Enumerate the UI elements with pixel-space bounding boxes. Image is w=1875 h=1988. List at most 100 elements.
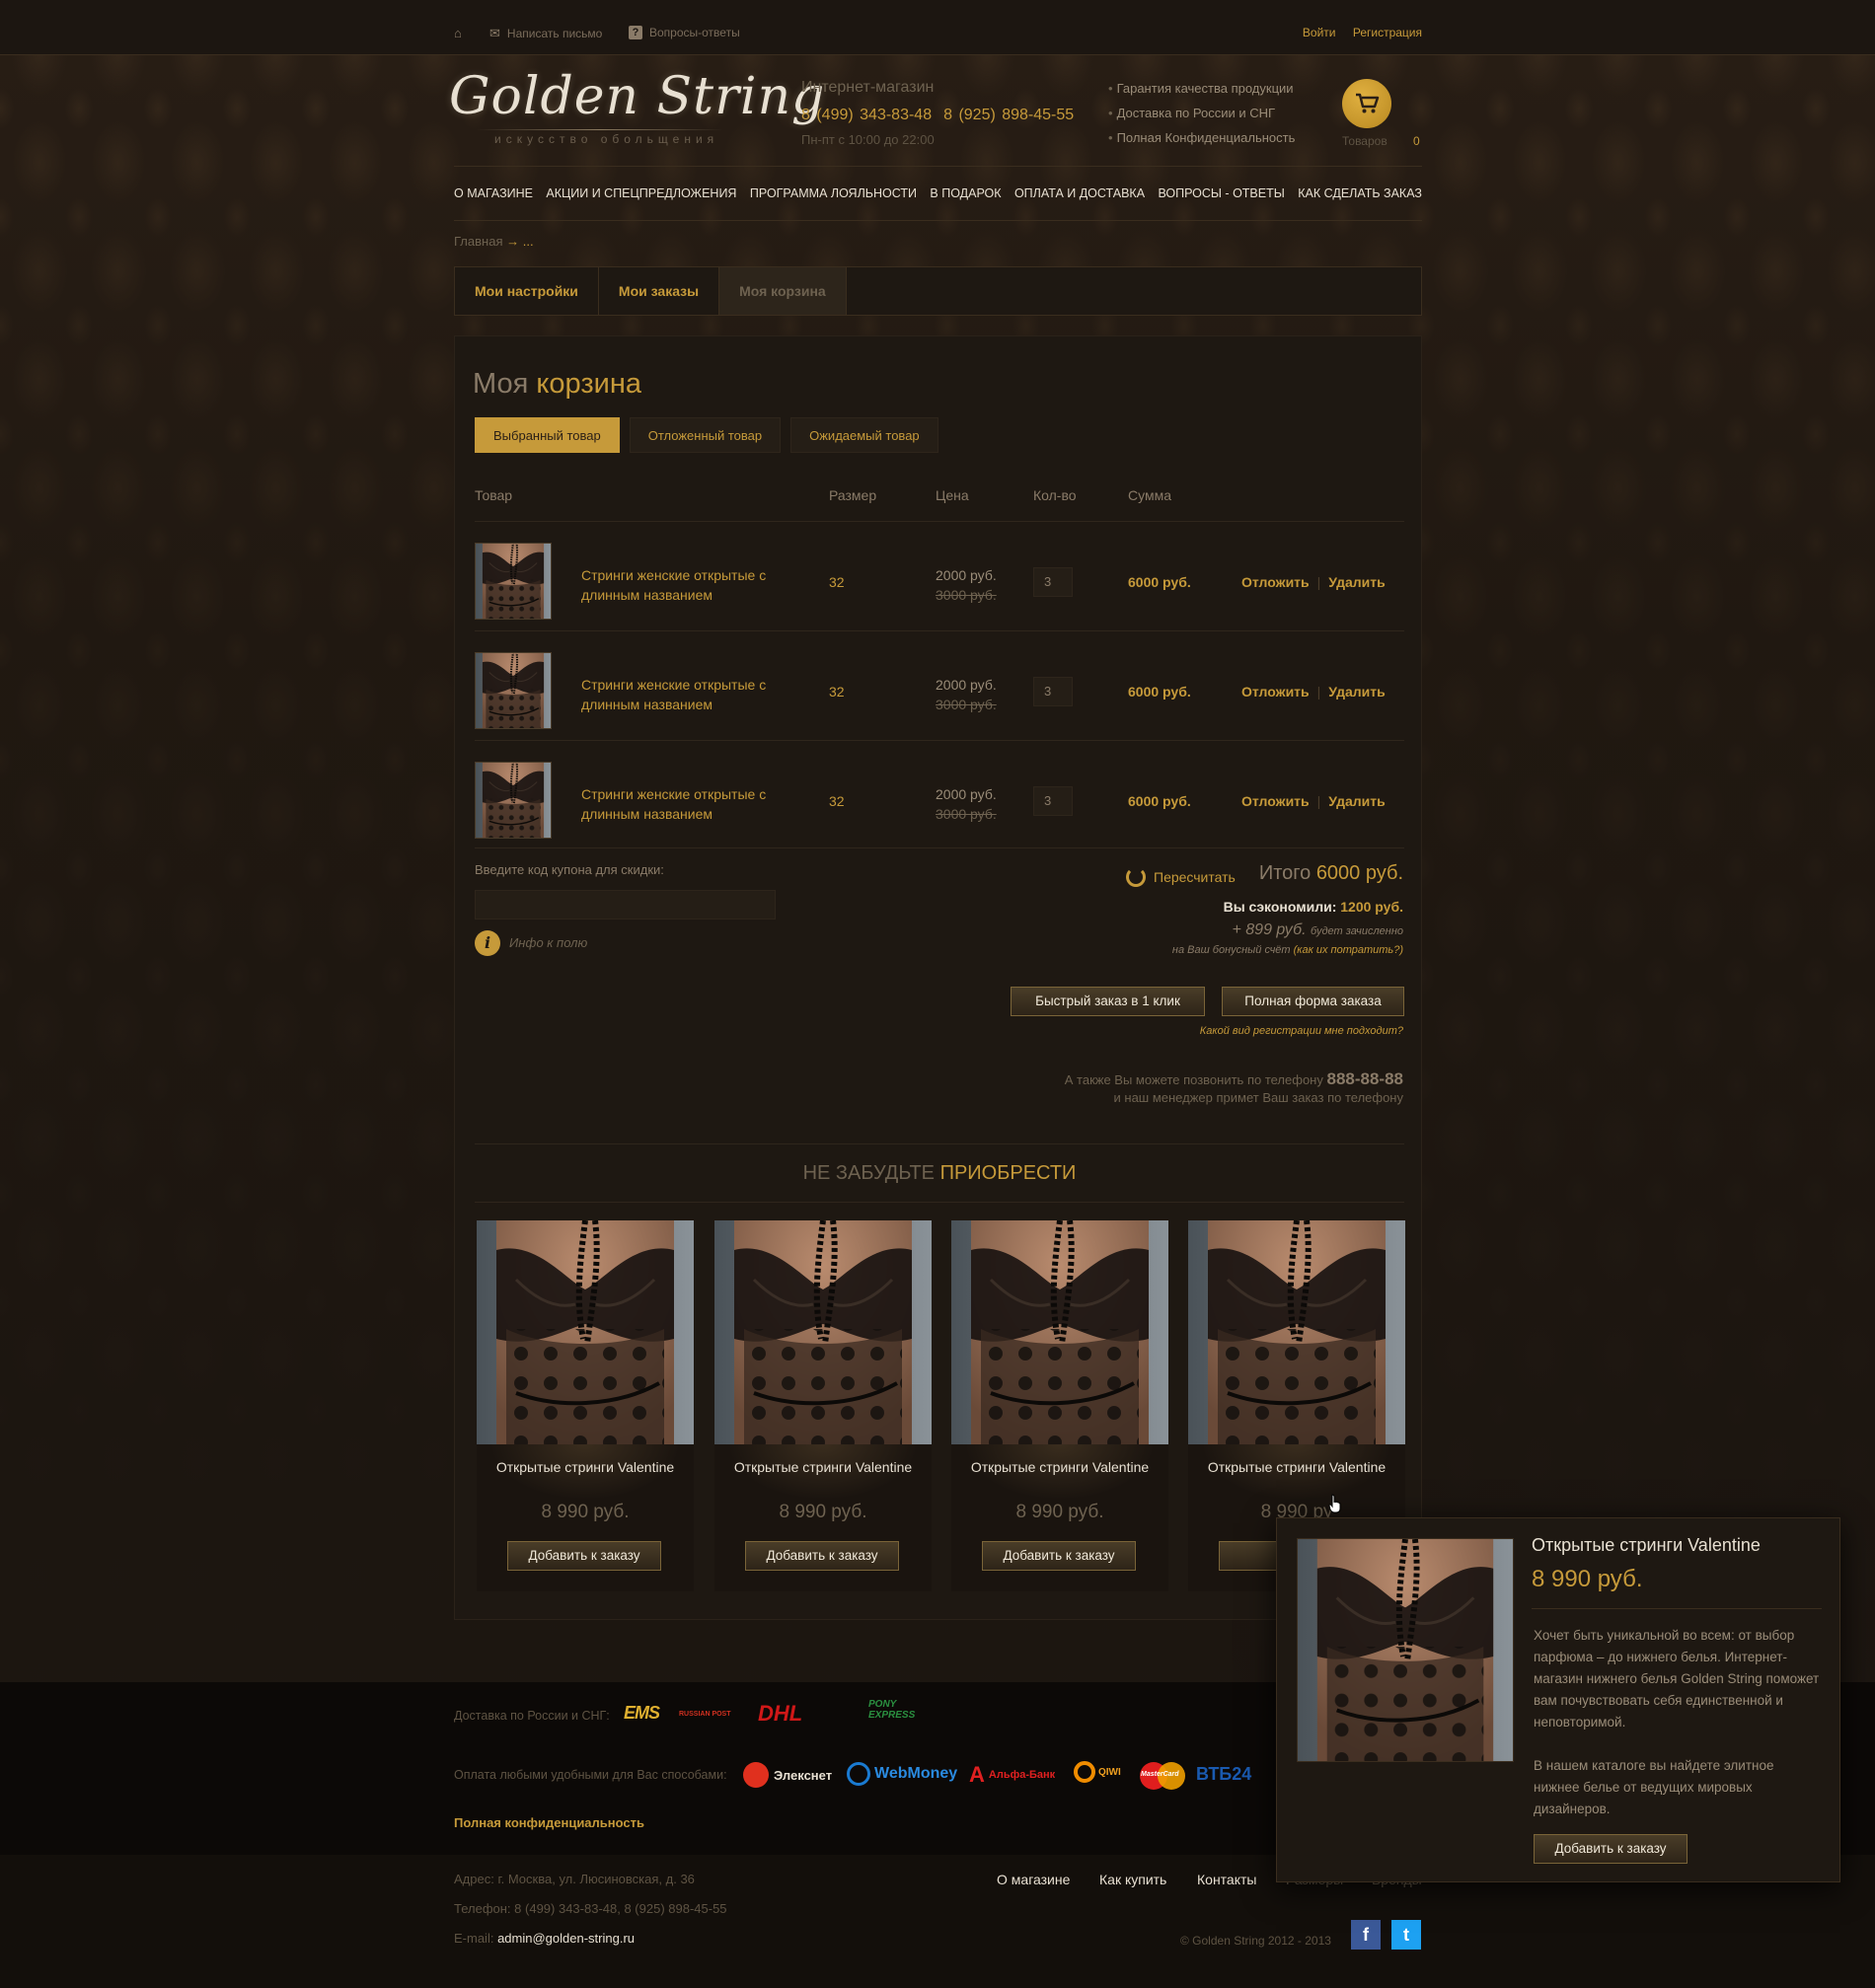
register-link[interactable]: Регистрация — [1353, 26, 1422, 39]
product-card-image[interactable] — [1188, 1220, 1405, 1444]
delete-button[interactable]: Удалить — [1328, 793, 1385, 809]
row-sum: 6000 руб. — [1128, 793, 1191, 809]
subtab-selected[interactable]: Выбранный товар — [475, 417, 620, 453]
product-price: 2000 руб. 3000 руб. — [936, 677, 997, 712]
question-icon: ? — [629, 26, 642, 39]
postpone-button[interactable]: Отложить — [1241, 574, 1310, 590]
product-image — [477, 1220, 694, 1444]
nav-item-faq[interactable]: Вопросы - ответы — [1158, 186, 1284, 200]
nav-item-loyalty[interactable]: Программа лояльности — [750, 186, 917, 200]
header-perks: Гарантия качества продукции Доставка по … — [1108, 81, 1296, 155]
product-price: 2000 руб. 3000 руб. — [936, 786, 997, 822]
product-image — [714, 1220, 932, 1444]
twitter-icon[interactable]: t — [1391, 1920, 1421, 1950]
bonus-help-link[interactable]: (как их потратить?) — [1294, 944, 1403, 956]
product-card-title[interactable]: Открытые стринги Valentine — [714, 1457, 932, 1477]
cart-count: 0 — [1413, 134, 1420, 148]
product-image — [476, 544, 551, 619]
recommend-title: Не забудьте приобрести — [475, 1143, 1404, 1203]
product-card-title[interactable]: Открытые стринги Valentine — [477, 1457, 694, 1477]
product-name[interactable]: Стринги женские открытые с длинным назва… — [581, 675, 769, 714]
product-card-image[interactable] — [951, 1220, 1168, 1444]
product-thumbnail[interactable] — [475, 543, 552, 620]
product-size: 32 — [829, 574, 845, 590]
logo[interactable]: Golden String искусство обольщения — [447, 67, 824, 151]
product-thumbnail[interactable] — [475, 762, 552, 839]
add-to-order-button[interactable]: Добавить к заказу — [745, 1541, 899, 1571]
add-to-order-button[interactable]: Добавить к заказу — [982, 1541, 1136, 1571]
popup-add-to-order-button[interactable]: Добавить к заказу — [1534, 1834, 1688, 1864]
product-name[interactable]: Стринги женские открытые с длинным назва… — [581, 565, 769, 605]
postpone-button[interactable]: Отложить — [1241, 684, 1310, 699]
nav-item-gift[interactable]: В подарок — [930, 186, 1001, 200]
account-tabs: Мои настройки Мои заказы Моя корзина — [454, 266, 1422, 316]
product-card: Открытые стринги Valentine 8 990 руб. До… — [714, 1220, 932, 1592]
tab-orders[interactable]: Мои заказы — [599, 267, 720, 315]
delete-button[interactable]: Удалить — [1328, 574, 1385, 590]
logo-line — [477, 129, 723, 130]
product-price: 2000 руб. 3000 руб. — [936, 567, 997, 603]
perk-item: Гарантия качества продукции — [1108, 81, 1295, 96]
footer-nav-about[interactable]: О магазине — [997, 1872, 1070, 1887]
perk-item: Полная Конфиденциальность — [1108, 130, 1296, 145]
eleksnet-icon — [743, 1762, 769, 1788]
popup-title[interactable]: Открытые стринги Valentine — [1532, 1535, 1761, 1556]
row-actions: Отложить | Удалить — [1241, 574, 1386, 590]
cart-button[interactable] — [1342, 79, 1391, 128]
tab-cart[interactable]: Моя корзина — [719, 267, 847, 315]
breadcrumb: Главная → ... — [454, 234, 534, 249]
quantity-input[interactable]: 3 — [1033, 567, 1073, 597]
tab-settings[interactable]: Мои настройки — [455, 267, 599, 315]
nav-item-promos[interactable]: Акции и спецпредложения — [546, 186, 736, 200]
coupon-input[interactable] — [475, 890, 776, 920]
privacy-link[interactable]: Полная конфиденциальность — [454, 1815, 644, 1830]
email-link[interactable]: admin@golden-string.ru — [497, 1931, 635, 1946]
faq-link[interactable]: ? Вопросы-ответы — [629, 26, 740, 39]
breadcrumb-home[interactable]: Главная — [454, 234, 502, 249]
product-card-title[interactable]: Открытые стринги Valentine — [951, 1457, 1168, 1477]
webmoney-logo: WebMoney — [847, 1762, 957, 1786]
facebook-icon[interactable]: f — [1351, 1920, 1381, 1950]
product-card-price: 8 990 руб. — [1015, 1502, 1104, 1522]
product-image — [951, 1220, 1168, 1444]
quantity-input[interactable]: 3 — [1033, 677, 1073, 706]
copyright: © Golden String 2012 - 2013 — [1180, 1934, 1331, 1948]
add-to-order-button[interactable]: Добавить к заказу — [507, 1541, 661, 1571]
savings: Вы сэкономили: 1200 руб. — [1223, 899, 1403, 915]
nav-item-payment[interactable]: Оплата и доставка — [1014, 186, 1145, 200]
page-title: Моя корзина — [473, 368, 641, 400]
delete-button[interactable]: Удалить — [1328, 684, 1385, 699]
footer-address: Адрес: г. Москва, ул. Люсиновская, д. 36 — [454, 1872, 695, 1886]
footer-nav-how-to-buy[interactable]: Как купить — [1099, 1872, 1166, 1887]
product-card-title[interactable]: Открытые стринги Valentine — [1188, 1457, 1405, 1477]
ems-logo: EMS — [624, 1703, 660, 1723]
login-link[interactable]: Войти — [1303, 26, 1336, 39]
product-card: Открытые стринги Valentine 8 990 руб. До… — [951, 1220, 1168, 1592]
product-name[interactable]: Стринги женские открытые с длинным назва… — [581, 784, 769, 824]
recalculate-button[interactable]: Пересчитать — [1126, 867, 1236, 887]
product-card-image[interactable] — [477, 1220, 694, 1444]
bonus-amount: + 899 руб. будет зачисленно — [1232, 921, 1403, 938]
product-thumbnail[interactable] — [475, 652, 552, 729]
info-icon: i — [475, 930, 500, 956]
subtab-postponed[interactable]: Отложенный товар — [629, 417, 782, 453]
product-card-image[interactable] — [714, 1220, 932, 1444]
home-link[interactable]: ⌂ — [454, 26, 462, 40]
registration-help-link[interactable]: Какой вид регистрации мне подходит? — [1200, 1025, 1403, 1037]
cart-label: Товаров — [1342, 134, 1388, 148]
nav-item-how-to-order[interactable]: Как сделать заказ — [1298, 186, 1422, 200]
quick-order-button[interactable]: Быстрый заказ в 1 клик — [1011, 987, 1205, 1016]
popup-product-image[interactable] — [1297, 1538, 1514, 1762]
subtab-expected[interactable]: Ожидаемый товар — [790, 417, 938, 453]
full-order-button[interactable]: Полная форма заказа — [1222, 987, 1404, 1016]
quantity-input[interactable]: 3 — [1033, 786, 1073, 816]
bonus-note: на Ваш бонусный счёт (как их потратить?) — [1171, 944, 1403, 956]
footer-nav-contacts[interactable]: Контакты — [1197, 1872, 1256, 1887]
qiwi-logo: QIWI — [1074, 1761, 1121, 1783]
phone-order-note: А также Вы можете позвонить по телефону … — [1064, 1069, 1403, 1106]
footer-phone: Телефон: 8 (499) 343-83-48, 8 (925) 898-… — [454, 1901, 727, 1916]
postpone-button[interactable]: Отложить — [1241, 793, 1310, 809]
cart-icon — [1356, 93, 1380, 113]
write-letter-link[interactable]: ✉ Написать письмо — [489, 26, 602, 41]
nav-item-about[interactable]: О магазине — [454, 186, 533, 200]
